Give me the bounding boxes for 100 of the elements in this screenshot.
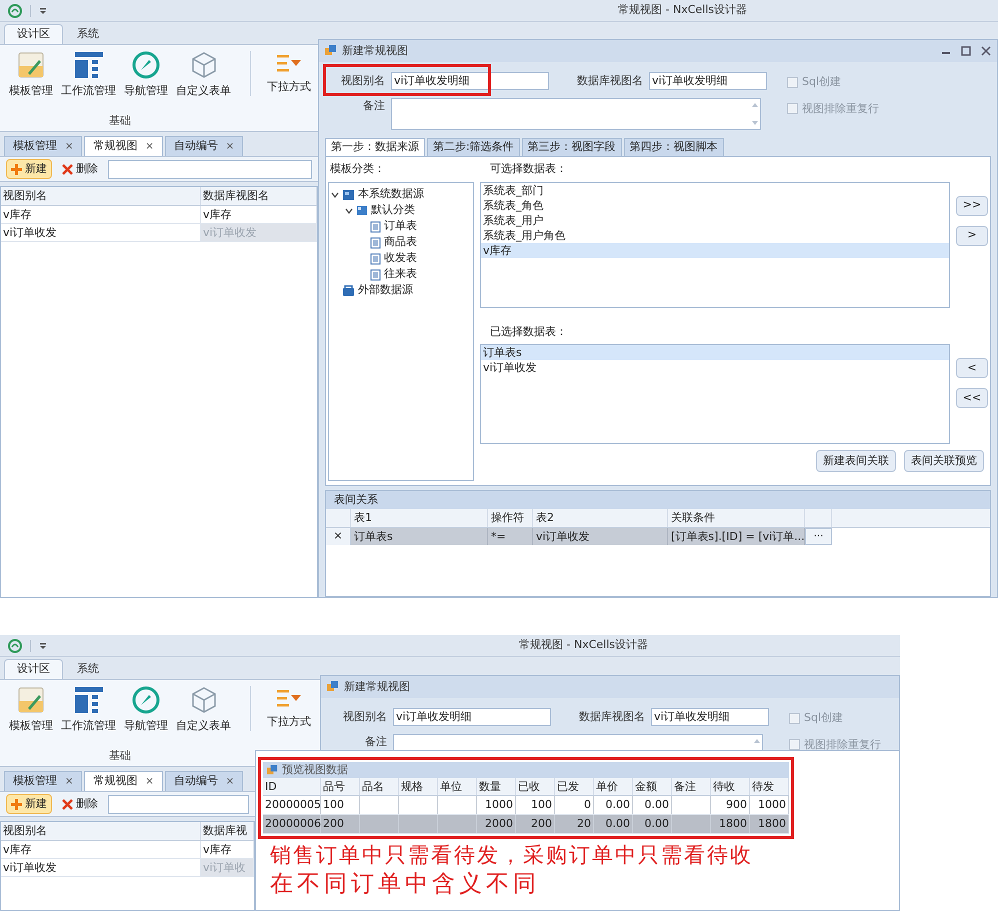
window-icon xyxy=(325,45,337,57)
preview-row[interactable]: 20000005 100 1000 100 0 0.00 0.00 900 1000 xyxy=(263,796,789,815)
list-item[interactable]: 系统表_部门 xyxy=(481,182,949,198)
action-button[interactable]: 新建表间关联 xyxy=(816,450,896,472)
table-cell: 20 xyxy=(555,815,594,833)
window-title: 常规视图 - NxCells设计器 xyxy=(519,637,648,654)
tree-item[interactable]: 订单表 xyxy=(359,218,473,234)
list-item[interactable]: vi订单收发 xyxy=(481,360,949,375)
document-tab[interactable]: 模板管理 × xyxy=(4,771,82,791)
tree-item[interactable]: 收发表 xyxy=(359,250,473,266)
document-tab[interactable]: 常规视图 × xyxy=(84,136,163,156)
tree-item[interactable]: 往来表 xyxy=(359,266,473,282)
delete-x-icon xyxy=(62,164,73,174)
maximize-icon[interactable] xyxy=(961,46,971,56)
ribbon-button[interactable]: 自定义表单 xyxy=(173,686,234,734)
list-item[interactable]: 系统表_用户角色 xyxy=(481,228,949,242)
list-item[interactable]: 系统表_用户 xyxy=(481,212,949,228)
column-header: 视图别名 xyxy=(1,822,201,840)
delete-x-icon xyxy=(62,798,73,810)
table-cell: 900 xyxy=(711,796,750,814)
column-header: 视图别名 xyxy=(1,187,201,205)
notepad-pencil-icon xyxy=(17,51,45,79)
document-tab[interactable]: 自动编号 × xyxy=(164,136,244,156)
document-tab[interactable]: 模板管理 × xyxy=(4,136,82,156)
cube-icon xyxy=(190,686,218,714)
search-field[interactable] xyxy=(108,160,312,178)
toolbar-button[interactable]: 删除 xyxy=(58,159,102,179)
action-button[interactable]: 表间关联预览 xyxy=(904,450,984,472)
db-view-name-field[interactable]: vi订单收发明细 xyxy=(651,708,769,726)
database-icon xyxy=(342,284,355,296)
toolbar-button[interactable]: 新建 xyxy=(6,159,52,179)
table-cell: 1800 xyxy=(711,815,750,833)
ribbon-button[interactable]: 导航管理 xyxy=(121,686,171,734)
move-button[interactable]: < xyxy=(956,358,988,378)
scroll-up-icon xyxy=(753,738,761,743)
tree-item[interactable]: 商品表 xyxy=(359,234,473,250)
toolbar-button[interactable]: 删除 xyxy=(58,794,102,814)
list-item[interactable]: v库存 xyxy=(481,242,949,258)
ribbon-button[interactable]: 下拉方式 xyxy=(250,51,314,96)
step-tab[interactable]: 第三步：视图字段 xyxy=(522,138,622,156)
table-cell: v库存 xyxy=(201,206,317,223)
ribbon-button[interactable]: 工作流管理 xyxy=(58,51,119,100)
ribbon-button[interactable]: 模板管理 xyxy=(6,51,56,100)
move-button[interactable]: >> xyxy=(956,196,988,216)
toolbar-button[interactable]: 新建 xyxy=(6,794,52,814)
table-icon xyxy=(370,268,381,280)
list-item[interactable]: 系统表_角色 xyxy=(481,198,949,212)
ribbon-button[interactable]: 下拉方式 xyxy=(250,686,314,730)
remove-button[interactable]: × xyxy=(326,528,351,545)
ribbon-button[interactable]: 模板管理 xyxy=(6,686,56,734)
alias-field[interactable]: vi订单收发明细 xyxy=(391,72,549,90)
ribbon-tab[interactable]: 系统 xyxy=(65,659,111,679)
scroll-down-icon xyxy=(751,121,759,126)
table-cell: 2000 xyxy=(477,815,516,833)
tree-item[interactable]: 默认分类 xyxy=(345,202,473,218)
table-cell: 0.00 xyxy=(633,815,672,833)
table-cell: 200 xyxy=(321,815,360,833)
column-header: 品号 xyxy=(321,778,360,795)
table-cell: 1000 xyxy=(477,796,516,814)
search-field[interactable] xyxy=(108,794,249,814)
column-header: 数据库视 xyxy=(201,822,254,840)
step-tab[interactable]: 第四步：视图脚本 xyxy=(624,138,724,156)
remark-field[interactable] xyxy=(391,98,761,130)
ribbon-button[interactable]: 工作流管理 xyxy=(58,686,119,734)
ribbon-tab[interactable]: 设计区 xyxy=(4,659,63,679)
table-cell: v库存 xyxy=(1,206,201,223)
table-cell: 0.00 xyxy=(594,796,633,814)
ribbon-tab[interactable]: 设计区 xyxy=(4,24,63,44)
document-tab[interactable]: 常规视图 × xyxy=(84,771,163,791)
panel-title: 表间关系 xyxy=(334,493,378,507)
quick-access-icon[interactable] xyxy=(39,640,47,650)
list-item[interactable]: 订单表s xyxy=(481,345,949,360)
table-cell: 0.00 xyxy=(633,796,672,814)
preview-row[interactable]: 20000006 200 2000 200 20 0.00 0.00 1800 1800 xyxy=(263,815,789,834)
column-header: 表2 xyxy=(533,509,668,527)
table-cell: 1800 xyxy=(750,815,789,833)
db-view-name-field[interactable]: vi订单收发明细 xyxy=(649,72,767,90)
step-tab[interactable]: 第一步：数据来源 xyxy=(325,138,425,156)
plus-icon xyxy=(11,798,22,810)
dialog-title: 新建常规视图 xyxy=(342,42,408,59)
more-button[interactable]: ··· xyxy=(805,528,832,545)
close-icon[interactable] xyxy=(981,46,991,56)
document-tab[interactable]: 自动编号 × xyxy=(164,771,244,791)
step-tab[interactable]: 第二步:筛选条件 xyxy=(427,138,520,156)
column-header: 单位 xyxy=(438,778,477,795)
ribbon-button[interactable]: 自定义表单 xyxy=(173,51,234,100)
table-cell: vi订单收 xyxy=(201,859,254,876)
column-header: 操作符 xyxy=(488,509,533,527)
table-cell: 0 xyxy=(555,796,594,814)
column-header: 数据库视图名 xyxy=(201,187,317,205)
tree-item[interactable]: 本系统数据源 xyxy=(331,186,473,202)
ribbon-tab[interactable]: 系统 xyxy=(65,24,111,44)
relation-row[interactable]: × 订单表s *= vi订单收发 [订单表s].[ID] = [vi订单... ··· xyxy=(326,528,832,545)
quick-access-icon[interactable] xyxy=(39,6,47,16)
ribbon-button[interactable]: 导航管理 xyxy=(121,51,171,100)
alias-field[interactable]: vi订单收发明细 xyxy=(393,708,551,726)
move-button[interactable]: > xyxy=(956,226,988,246)
tree-item[interactable]: 外部数据源 xyxy=(331,282,473,298)
field-label: 数据库视图名 xyxy=(579,708,645,725)
move-button[interactable]: << xyxy=(956,388,988,408)
